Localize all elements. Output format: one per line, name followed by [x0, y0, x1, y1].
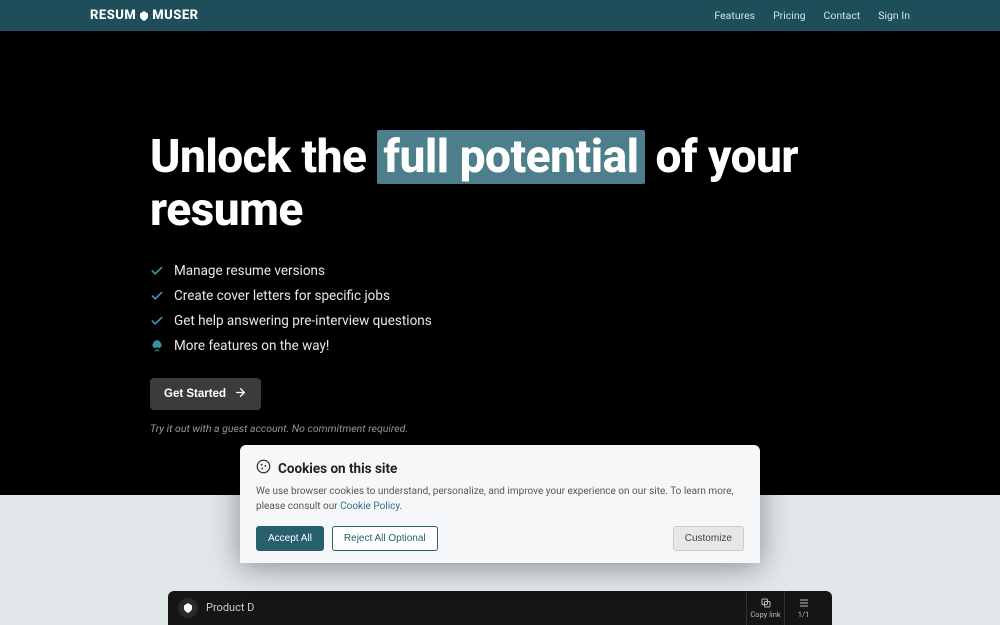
page-count: 1/1 [798, 610, 810, 619]
cookie-actions: Accept All Reject All Optional Customize [256, 526, 744, 551]
feature-label: Manage resume versions [174, 263, 325, 279]
get-started-button[interactable]: Get Started [150, 378, 261, 410]
nav-pricing[interactable]: Pricing [773, 9, 805, 22]
reject-optional-button[interactable]: Reject All Optional [332, 526, 438, 551]
feature-label: Create cover letters for specific jobs [174, 288, 390, 304]
rocket-icon [150, 339, 164, 353]
video-player-bar: Product D Copy link 1/1 [168, 591, 832, 625]
cookie-body: We use browser cookies to understand, pe… [256, 485, 744, 514]
hero-title-pre: Unlock the [150, 130, 377, 184]
cookie-title: Cookies on this site [278, 461, 397, 477]
customize-button[interactable]: Customize [673, 526, 744, 551]
get-started-label: Get Started [164, 388, 226, 400]
accept-all-button[interactable]: Accept All [256, 526, 324, 551]
nav-contact[interactable]: Contact [824, 9, 861, 22]
check-icon [150, 289, 164, 303]
video-provider-icon [178, 598, 198, 618]
copy-link-label: Copy link [750, 610, 780, 619]
top-navbar: RESUM MUSER Features Pricing Contact Sig… [0, 0, 1000, 31]
cookie-body-post: . [400, 501, 403, 512]
check-icon [150, 314, 164, 328]
logo-text-left: RESUM [90, 8, 136, 23]
hero-subnote: Try it out with a guest account. No comm… [150, 422, 850, 435]
cookie-body-pre: We use browser cookies to understand, pe… [256, 486, 733, 512]
feature-label: Get help answering pre-interview questio… [174, 313, 432, 329]
cookie-header: Cookies on this site [256, 459, 744, 478]
cookie-consent-modal: Cookies on this site We use browser cook… [240, 445, 760, 563]
hero-title: Unlock the full potential of your resume [150, 131, 850, 237]
feature-item: Create cover letters for specific jobs [150, 288, 850, 304]
logo[interactable]: RESUM MUSER [90, 8, 199, 23]
feature-item: Manage resume versions [150, 263, 850, 279]
logo-text-right: MUSER [152, 8, 198, 23]
nav-signin[interactable]: Sign In [878, 9, 910, 22]
hero-title-highlight: full potential [377, 130, 644, 184]
video-title: Product D [206, 601, 738, 614]
feature-item: Get help answering pre-interview questio… [150, 313, 850, 329]
nav-features[interactable]: Features [714, 9, 755, 22]
video-controls: Copy link 1/1 [746, 591, 822, 625]
copy-link-button[interactable]: Copy link [746, 591, 784, 625]
feature-list: Manage resume versions Create cover lett… [150, 263, 850, 354]
feature-label: More features on the way! [174, 338, 329, 354]
page-indicator[interactable]: 1/1 [784, 591, 822, 625]
arrow-right-icon [234, 386, 247, 402]
cookie-policy-link[interactable]: Cookie Policy [340, 501, 399, 512]
cta-row: Get Started [150, 378, 850, 410]
logo-mark-icon [138, 10, 150, 22]
feature-item: More features on the way! [150, 338, 850, 354]
nav-links: Features Pricing Contact Sign In [714, 9, 910, 22]
cookie-icon [256, 459, 271, 478]
check-icon [150, 264, 164, 278]
hero-section: Unlock the full potential of your resume… [0, 31, 1000, 495]
